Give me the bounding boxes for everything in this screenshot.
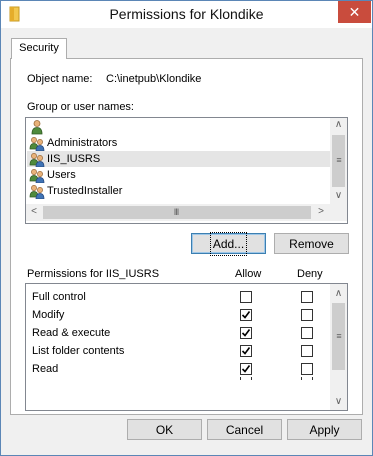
close-icon: ✕: [348, 4, 361, 20]
group-icon: [29, 167, 45, 184]
permission-name: Read: [32, 363, 59, 375]
group-icon: [29, 135, 45, 152]
single-user-icon: [29, 119, 45, 135]
remove-button-label: Remove: [289, 237, 334, 251]
scroll-up-icon[interactable]: ∧: [330, 119, 347, 130]
list-item[interactable]: TrustedInstaller: [27, 183, 332, 200]
deny-checkbox[interactable]: [301, 345, 313, 357]
next-allow-checkbox-partial: [240, 377, 252, 380]
grip-icon: ≡: [336, 155, 341, 165]
tab-security[interactable]: Security: [11, 38, 67, 59]
scrollbar-corner: [330, 204, 347, 221]
title-bar: Permissions for Klondike ✕: [1, 1, 372, 28]
allow-checkbox[interactable]: [240, 327, 252, 339]
group-list-label: Group or user names:: [27, 101, 134, 113]
deny-checkbox[interactable]: [301, 327, 313, 339]
group-icon: [29, 151, 45, 168]
permissions-dialog: Permissions for Klondike ✕ Security Obje…: [0, 0, 373, 456]
grip-icon: III: [173, 207, 180, 217]
checkmark-icon: [241, 329, 251, 337]
permissions-title: Permissions for IIS_IUSRS: [27, 268, 160, 280]
deny-checkbox[interactable]: [301, 309, 313, 321]
list-item-label: TrustedInstaller: [47, 185, 123, 197]
group-list-horizontal-scrollbar[interactable]: < III >: [26, 204, 330, 221]
list-item[interactable]: Users: [27, 167, 332, 184]
permission-row: Read: [26, 361, 321, 379]
permission-row: Read & execute: [26, 325, 321, 343]
next-deny-checkbox-partial: [301, 377, 313, 380]
checkmark-icon: [241, 311, 251, 319]
checkmark-icon: [241, 347, 251, 355]
permission-name: Modify: [32, 309, 65, 321]
allow-checkbox[interactable]: [240, 345, 252, 357]
permission-row: Full control: [26, 289, 321, 307]
security-tab-panel: Object name: C:\inetpub\Klondike Group o…: [10, 58, 363, 415]
permission-name: Full control: [32, 291, 86, 303]
allow-header: Allow: [235, 268, 262, 280]
checkmark-icon: [241, 365, 251, 373]
scroll-right-icon[interactable]: >: [315, 206, 327, 217]
object-name-label: Object name:: [27, 73, 93, 85]
allow-checkbox[interactable]: [240, 309, 252, 321]
scroll-down-icon[interactable]: ∨: [330, 396, 347, 407]
add-button-label: Add...: [209, 232, 248, 256]
object-name-value: C:\inetpub\Klondike: [106, 73, 202, 85]
scroll-down-icon[interactable]: ∨: [330, 190, 347, 201]
cancel-button-label: Cancel: [225, 423, 264, 437]
list-item-label: Users: [47, 169, 76, 181]
window-title: Permissions for Klondike: [109, 6, 264, 22]
permissions-list[interactable]: Full control Modify Read & execute List …: [25, 283, 348, 411]
allow-checkbox[interactable]: [240, 363, 252, 375]
list-item-label: IIS_IUSRS: [47, 153, 101, 165]
group-list-vertical-scrollbar[interactable]: ∧ ≡ ∨: [330, 118, 347, 204]
grip-icon: ≡: [336, 331, 341, 341]
deny-header: Deny: [297, 268, 323, 280]
close-button[interactable]: ✕: [338, 1, 371, 23]
permission-name: Read & execute: [32, 327, 111, 339]
group-icon: [29, 183, 45, 200]
list-item-label: Administrators: [47, 137, 118, 149]
list-item[interactable]: Administrators: [27, 135, 332, 152]
apply-button[interactable]: Apply: [287, 419, 362, 440]
ok-button[interactable]: OK: [127, 419, 202, 440]
list-item-selected[interactable]: IIS_IUSRS: [27, 151, 332, 168]
list-item[interactable]: [27, 119, 332, 135]
dialog-body: Security Object name: C:\inetpub\Klondik…: [1, 28, 372, 455]
ok-button-label: OK: [155, 423, 174, 437]
scroll-up-icon[interactable]: ∧: [330, 288, 347, 299]
apply-button-label: Apply: [309, 423, 340, 437]
permission-row: List folder contents: [26, 343, 321, 361]
deny-checkbox[interactable]: [301, 363, 313, 375]
permissions-vertical-scrollbar[interactable]: ∧ ≡ ∨: [330, 284, 347, 410]
permission-row: Modify: [26, 307, 321, 325]
add-button[interactable]: Add...: [191, 232, 266, 256]
allow-checkbox[interactable]: [240, 291, 252, 303]
group-user-list[interactable]: Administrators IIS_IUSRS Users TrustedIn…: [25, 117, 348, 224]
cancel-button[interactable]: Cancel: [207, 419, 282, 440]
deny-checkbox[interactable]: [301, 291, 313, 303]
scroll-left-icon[interactable]: <: [28, 206, 40, 217]
remove-button[interactable]: Remove: [274, 233, 349, 254]
permission-name: List folder contents: [32, 345, 125, 357]
